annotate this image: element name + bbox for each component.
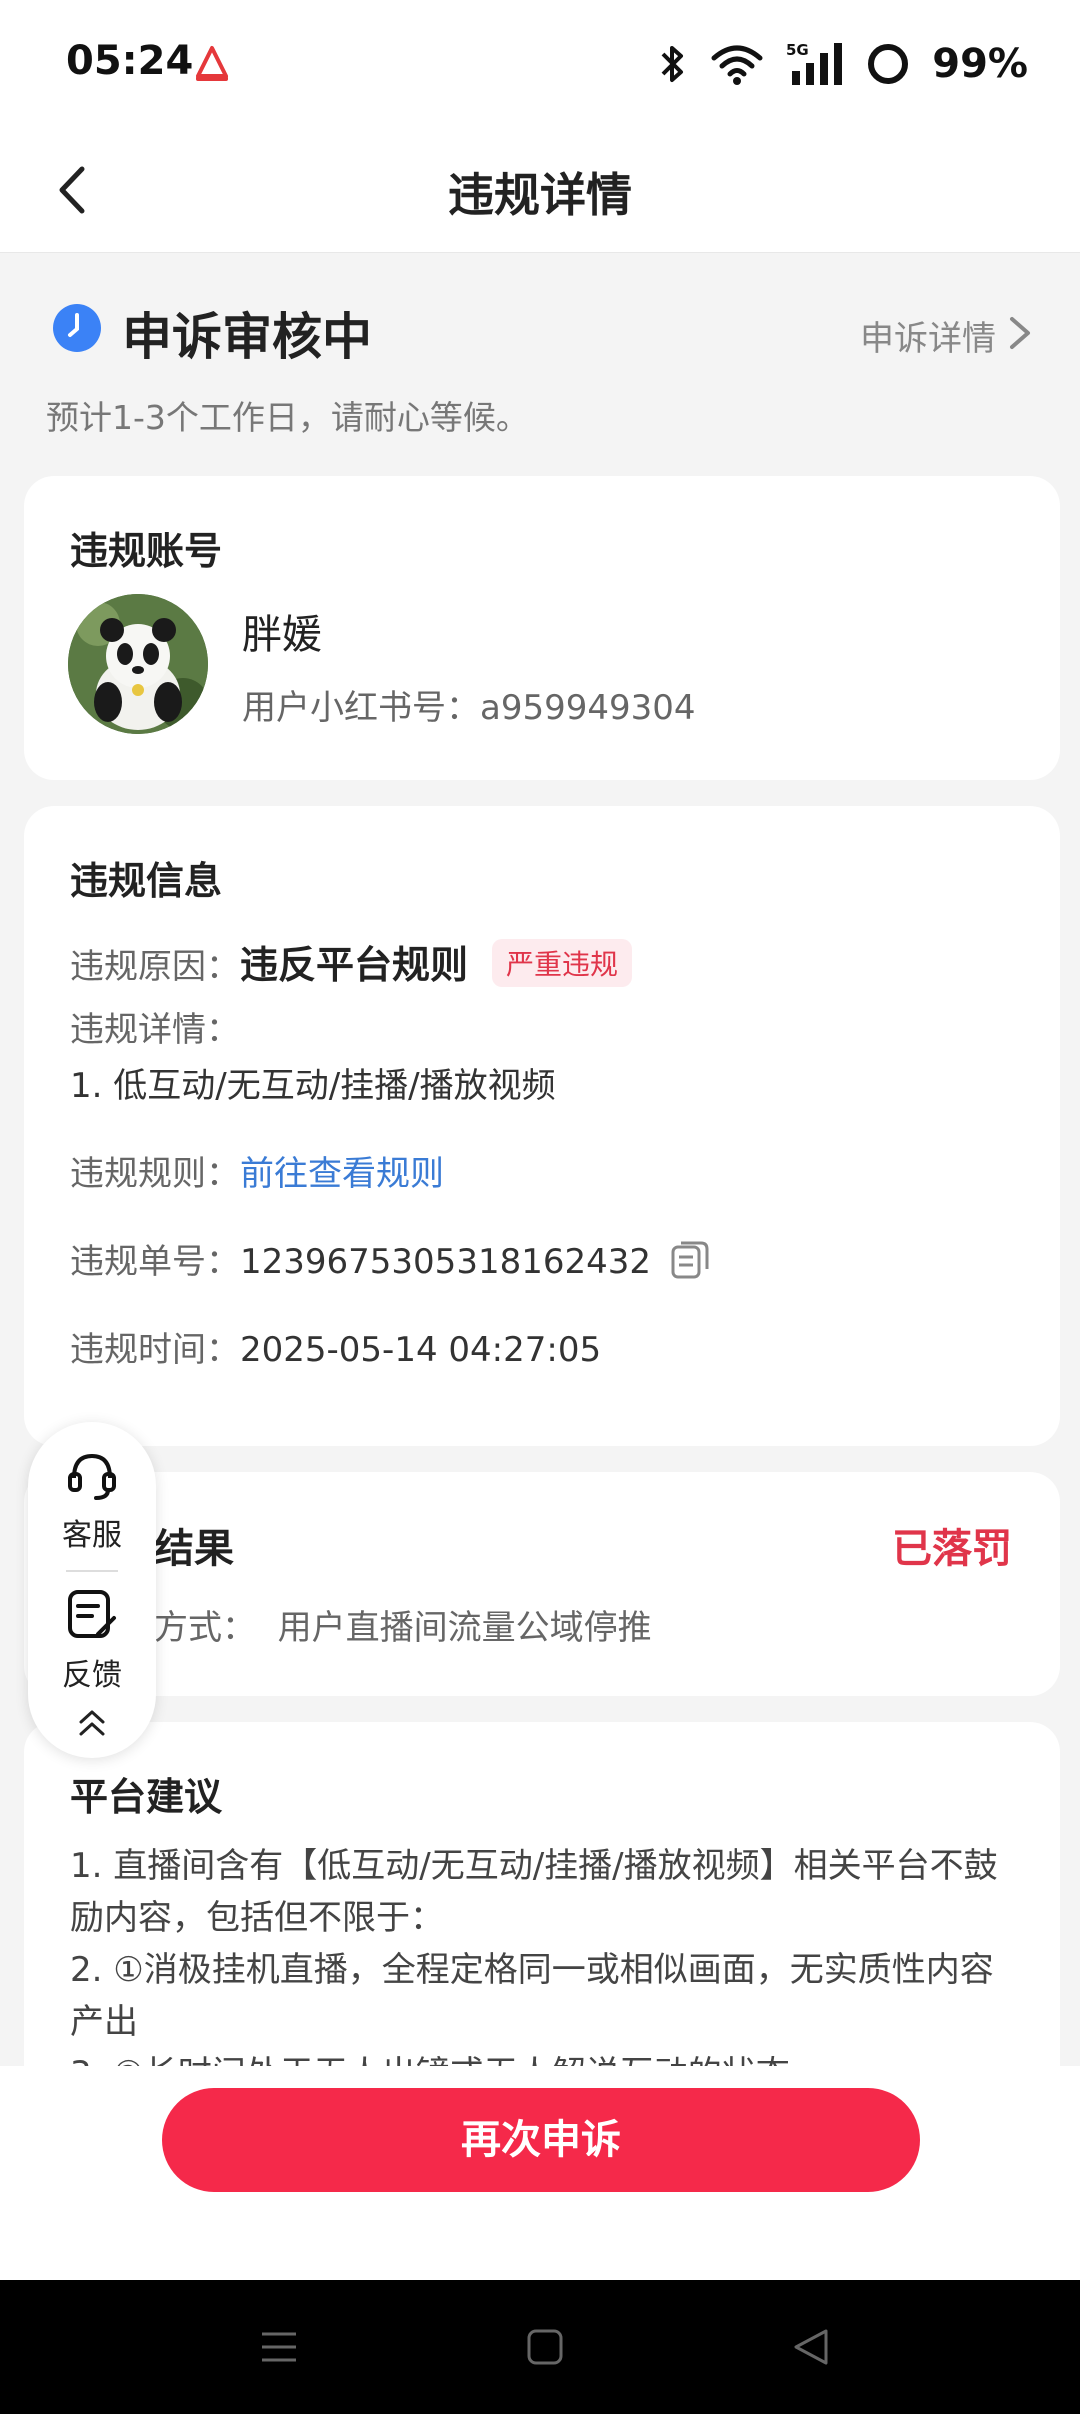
avatar[interactable]	[68, 594, 208, 734]
status-bar: 05:24 5G 99%	[0, 0, 1080, 125]
copy-icon[interactable]	[669, 1239, 711, 1281]
violation-time-row: 违规时间：2025-05-14 04:27:05	[70, 1322, 601, 1371]
appeal-status-header: 申诉审核中 申诉详情 预计1-3个工作日，请耐心等候。	[0, 253, 1080, 473]
penalty-status: 已落罚	[892, 1526, 1012, 1572]
wifi-icon	[711, 45, 763, 85]
info-card-title: 违规信息	[70, 859, 223, 903]
suggestion-card-title: 平台建议	[70, 1775, 223, 1819]
account-user-id: 用户小红书号：a959949304	[242, 688, 696, 728]
view-rule-link[interactable]: 前往查看规则	[240, 1154, 444, 1194]
status-time: 05:24	[66, 38, 194, 84]
battery-ring-icon	[868, 44, 909, 84]
xiaohongshu-notification-icon	[196, 46, 228, 81]
bottom-action-bar: 再次申诉	[0, 2066, 1080, 2280]
appeal-detail-link[interactable]: 申诉详情	[860, 311, 996, 360]
clock-icon	[53, 304, 101, 352]
system-navigation-bar	[0, 2280, 1080, 2414]
time-value: 2025-05-14 04:27:05	[240, 1330, 602, 1370]
severity-badge: 严重违规	[492, 939, 633, 987]
penalty-result-card: 结果 已落罚 方式： 用户直播间流量公域停推	[24, 1472, 1060, 1696]
panel-divider	[66, 1570, 118, 1572]
reason-value: 违反平台规则	[240, 943, 469, 987]
double-chevron-up-icon[interactable]	[76, 1706, 108, 1740]
feedback-label[interactable]: 反馈	[28, 1650, 156, 1694]
suggestion-line: 1. 直播间含有【低互动/无互动/挂播/播放视频】相关平台不鼓励内容，包括但不限…	[70, 1846, 998, 1938]
suggestion-text: 1. 直播间含有【低互动/无互动/挂播/播放视频】相关平台不鼓励内容，包括但不限…	[70, 1840, 1014, 2100]
order-value: 1239675305318162432	[240, 1242, 652, 1282]
method-value: 用户直播间流量公域停推	[277, 1608, 652, 1648]
panda-avatar-image	[68, 594, 208, 734]
violation-reason-row: 违规原因：违反平台规则 严重违规	[70, 934, 633, 989]
reason-label: 违规原因：	[70, 947, 240, 987]
feedback-icon[interactable]	[64, 1586, 120, 1642]
home-icon[interactable]	[520, 2322, 570, 2372]
status-icons: 5G 99%	[658, 36, 1028, 92]
violation-account-card: 违规账号 胖媛 用户小红书号：a959949304	[24, 476, 1060, 780]
time-label: 违规时间：	[70, 1330, 240, 1370]
customer-service-headset-icon[interactable]	[64, 1448, 120, 1504]
reappeal-button[interactable]: 再次申诉	[162, 2088, 920, 2192]
svg-text:5G: 5G	[786, 41, 809, 59]
nav-bar: 违规详情	[0, 125, 1080, 253]
account-card-title: 违规账号	[70, 529, 223, 573]
customer-service-label[interactable]: 客服	[28, 1510, 156, 1554]
cellular-5g-icon: 5G	[786, 41, 843, 85]
back-triangle-icon[interactable]	[786, 2322, 836, 2372]
chevron-right-icon[interactable]	[1002, 311, 1038, 355]
page-title: 违规详情	[448, 168, 632, 222]
suggestion-line: 2. ①消极挂机直播，全程定格同一或相似画面，无实质性内容产出	[70, 1950, 994, 2042]
result-card-title: 结果	[154, 1526, 234, 1572]
violation-rule-row: 违规规则：前往查看规则	[70, 1146, 444, 1195]
account-username: 胖媛	[242, 612, 322, 658]
violation-details-value: 1. 低互动/无互动/挂播/播放视频	[70, 1066, 556, 1106]
violation-order-row: 违规单号：1239675305318162432	[70, 1234, 711, 1283]
violation-info-card: 违规信息 违规原因：违反平台规则 严重违规 违规详情： 1. 低互动/无互动/挂播…	[24, 806, 1060, 1446]
battery-percent: 99%	[932, 41, 1028, 87]
bluetooth-icon	[661, 46, 684, 82]
order-label: 违规单号：	[70, 1242, 240, 1282]
menu-icon[interactable]	[254, 2322, 304, 2372]
appeal-status-text: 申诉审核中	[122, 308, 372, 366]
floating-service-panel: 客服 反馈	[28, 1422, 156, 1758]
violation-details-label: 违规详情：	[70, 1010, 240, 1050]
platform-suggestion-card: 平台建议 1. 直播间含有【低互动/无互动/挂播/播放视频】相关平台不鼓励内容，…	[24, 1722, 1060, 2122]
rule-label: 违规规则：	[70, 1154, 240, 1194]
penalty-method-row: 方式： 用户直播间流量公域停推	[154, 1600, 652, 1649]
method-label: 方式：	[154, 1608, 256, 1648]
appeal-estimate-text: 预计1-3个工作日，请耐心等候。	[46, 398, 529, 437]
